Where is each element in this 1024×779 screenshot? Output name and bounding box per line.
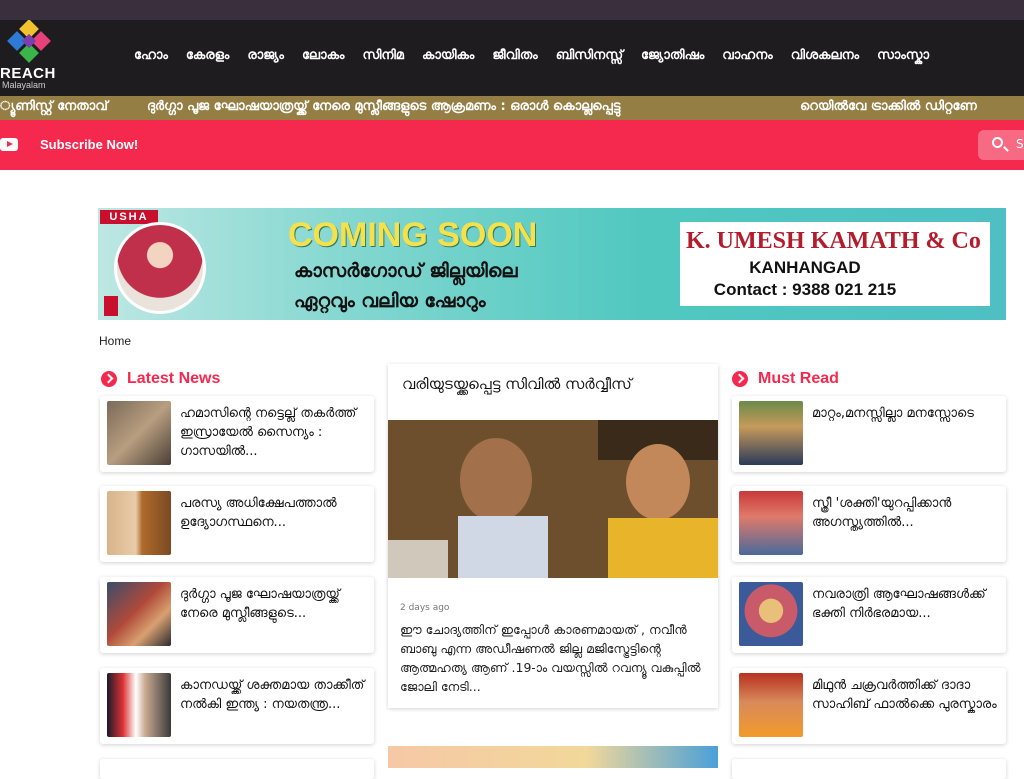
- list-item[interactable]: സ്ത്രീ 'ശക്തി'യുറപ്പിക്കാൻ അഗസ്ത്യത്തിൽ.…: [732, 486, 1006, 562]
- ad-headline: COMING SOON: [288, 216, 538, 254]
- site-header: REACH Malayalam ഹോം കേരളം രാജ്യം ലോകം സി…: [0, 19, 1024, 96]
- nav-item-auto[interactable]: വാഹനം: [722, 48, 772, 63]
- list-item[interactable]: ദുർഗ്ഗാ പൂജ ഘോഷയാത്രയ്ക്ക് നേരെ മുസ്ലീങ്…: [100, 577, 374, 653]
- ticker-item[interactable]: ്യൂണിസ്റ്റ് നേതാവ്: [0, 99, 108, 114]
- news-thumbnail: [739, 582, 803, 646]
- featured-article[interactable]: വരിയുടയ്ക്കപ്പെട്ട സിവിൽ സർവ്വീസ് 2 days…: [388, 364, 718, 708]
- latest-news-heading: Latest News: [101, 370, 220, 388]
- featured-title: വരിയുടയ്ക്കപ്പെട്ട സിവിൽ സർവ്വീസ്: [402, 375, 632, 393]
- list-item[interactable]: [100, 759, 374, 779]
- ticker-item[interactable]: റെയിൽവേ ട്രാക്കിൽ ഡിറ്റണേ: [800, 99, 977, 114]
- breadcrumb[interactable]: Home: [99, 334, 131, 348]
- ad-contact: Contact : 9388 021 215: [713, 280, 897, 299]
- ad-line-2: ഏറ്റവും വലിയ ഷോറും: [294, 290, 486, 312]
- news-ticker: ്യൂണിസ്റ്റ് നേതാവ് ദുർഗ്ഗാ പൂജ ഘോഷയാത്രയ…: [0, 96, 1024, 120]
- ad-contact-card: K. UMESH KAMATH & Co KANHANGAD Contact :…: [680, 222, 990, 306]
- ad-model-photo: [114, 222, 206, 314]
- news-headline: സ്ത്രീ 'ശക്തി'യുറപ്പിക്കാൻ അഗസ്ത്യത്തിൽ.…: [812, 496, 952, 530]
- nav-item-business[interactable]: ബിസിനസ്സ്: [556, 48, 623, 63]
- ad-company-name: K. UMESH KAMATH & Co: [686, 228, 981, 254]
- news-thumbnail: [107, 673, 171, 737]
- news-headline: നവരാത്രി ആഘോഷങ്ങൾക്ക് ഭക്തി നിർഭരമായ...: [812, 587, 986, 621]
- featured-timestamp: 2 days ago: [400, 603, 450, 613]
- nav-item-life[interactable]: ജീവിതം: [492, 48, 537, 63]
- nav-item-national[interactable]: രാജ്യം: [247, 48, 284, 63]
- list-item[interactable]: [732, 759, 1006, 779]
- ad-place: KANHANGAD: [749, 258, 861, 277]
- featured-excerpt: ഈ ചോദ്യത്തിന് ഇപ്പോൾ കാരണമായത് , നവീൻ ബാ…: [400, 622, 701, 694]
- nav-item-analysis[interactable]: വിശകലനം: [791, 48, 859, 63]
- search-icon: [992, 137, 1003, 148]
- nav-item-home[interactable]: ഹോം: [134, 48, 168, 63]
- nav-item-sports[interactable]: കായികം: [422, 48, 474, 63]
- news-thumbnail: [107, 491, 171, 555]
- news-thumbnail: [739, 401, 803, 465]
- list-item[interactable]: പരസ്യ അധിക്ഷേപത്താൽ ഉദ്യോഗസ്ഥനെ...: [100, 486, 374, 562]
- ticker-item[interactable]: ദുർഗ്ഗാ പൂജ ഘോഷയാത്രയ്ക്ക് നേരെ മുസ്ലീങ്…: [147, 99, 620, 114]
- top-strip: [0, 0, 1024, 20]
- news-headline: മിഥുൻ ചക്രവർത്തിക്ക് ദാദാ സാഹിബ് ഫാൽക്കെ…: [812, 678, 997, 712]
- search-box[interactable]: S: [978, 130, 1024, 160]
- featured-photo-illustration: [388, 420, 718, 578]
- ad-red-block: [104, 296, 118, 316]
- nav-item-astrology[interactable]: ജ്യോതിഷം: [641, 48, 704, 63]
- news-headline: കാനഡയ്ക്ക് ശക്തമായ താക്കീത് നൽകി ഇന്ത്യ …: [180, 678, 365, 712]
- chevron-circle-icon: [101, 371, 117, 387]
- list-item[interactable]: മിഥുൻ ചക്രവർത്തിക്ക് ദാദാ സാഹിബ് ഫാൽക്കെ…: [732, 668, 1006, 744]
- list-item[interactable]: കാനഡയ്ക്ക് ശക്തമായ താക്കീത് നൽകി ഇന്ത്യ …: [100, 668, 374, 744]
- nav-item-cinema[interactable]: സിനിമ: [362, 48, 404, 63]
- nav-item-culture[interactable]: സാംസ്കാ: [877, 48, 929, 63]
- news-thumbnail: [107, 401, 171, 465]
- youtube-icon[interactable]: [0, 138, 18, 151]
- news-headline: ദുർഗ്ഗാ പൂജ ഘോഷയാത്രയ്ക്ക് നേരെ മുസ്ലീങ്…: [180, 587, 340, 621]
- news-headline: ഹമാസിന്റെ നട്ടെല്ല് തകർത്ത് ഇസ്രായേൽ സൈന…: [180, 406, 357, 459]
- ad-line-1: കാസർഗോഡ് ജില്ലയിലെ: [294, 260, 518, 282]
- news-headline: മാറ്റം,മനസ്സില്ലാ മനസ്സോടെ: [812, 406, 974, 421]
- logo-subtext: Malayalam: [2, 80, 46, 90]
- list-item[interactable]: ഹമാസിന്റെ നട്ടെല്ല് തകർത്ത് ഇസ്രായേൽ സൈന…: [100, 396, 374, 472]
- site-logo[interactable]: REACH Malayalam: [0, 19, 62, 96]
- featured-image: [388, 420, 718, 578]
- search-placeholder: S: [1016, 137, 1024, 151]
- list-item[interactable]: മാറ്റം,മനസ്സില്ലാ മനസ്സോടെ: [732, 396, 1006, 472]
- must-read-heading: Must Read: [732, 370, 839, 388]
- news-headline: പരസ്യ അധിക്ഷേപത്താൽ ഉദ്യോഗസ്ഥനെ...: [180, 496, 337, 530]
- subscribe-link[interactable]: Subscribe Now!: [40, 137, 138, 152]
- ad-brand-logo: USHA: [100, 210, 158, 224]
- main-nav: ഹോം കേരളം രാജ്യം ലോകം സിനിമ കായികം ജീവിത…: [134, 48, 947, 63]
- nav-item-world[interactable]: ലോകം: [302, 48, 345, 63]
- news-thumbnail: [739, 491, 803, 555]
- must-read-title: Must Read: [758, 370, 839, 387]
- logo-icon: [7, 19, 51, 63]
- news-thumbnail: [107, 582, 171, 646]
- latest-news-title: Latest News: [127, 370, 221, 387]
- list-item[interactable]: നവരാത്രി ആഘോഷങ്ങൾക്ക് ഭക്തി നിർഭരമായ...: [732, 577, 1006, 653]
- news-thumbnail: [739, 673, 803, 737]
- ad-banner[interactable]: USHA COMING SOON കാസർഗോഡ് ജില്ലയിലെ ഏറ്റ…: [98, 208, 1006, 320]
- subscribe-bar: Subscribe Now! S: [0, 120, 1024, 170]
- nav-item-kerala[interactable]: കേരളം: [186, 48, 229, 63]
- next-featured-image[interactable]: [388, 746, 718, 768]
- chevron-circle-icon: [732, 371, 748, 387]
